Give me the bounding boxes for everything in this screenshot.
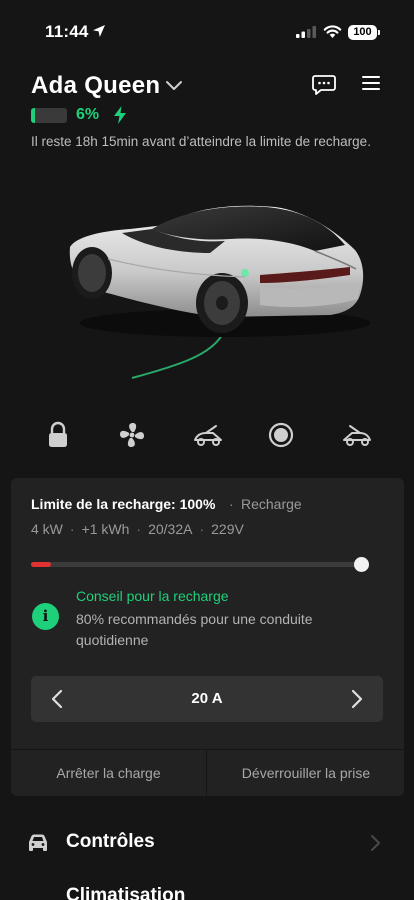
separator-dot: · [229, 496, 234, 512]
increase-amps-button[interactable] [331, 676, 383, 722]
fan-icon[interactable] [115, 418, 149, 452]
chevron-right-icon [371, 835, 380, 851]
menu-item-climate[interactable]: Climatisation [0, 880, 414, 900]
charge-tip-text: 80% recommandés pour une conduite quotid… [76, 611, 313, 648]
charge-time-remaining: Il reste 18h 15min avant d’atteindre la … [31, 134, 371, 149]
car-icon [29, 834, 47, 851]
status-time: 11:44 [45, 22, 89, 41]
separator-dot: · [136, 521, 142, 537]
charge-actions: Arrêter la charge Déverrouiller la prise [11, 749, 404, 797]
controls-label: Contrôles [66, 831, 155, 852]
frunk-icon[interactable] [191, 418, 225, 452]
hamburger-menu-icon[interactable] [362, 75, 380, 91]
app-screen: 11:44 100 Ada Queen 6% Il reste 18h 15mi… [0, 0, 414, 900]
separator-dot: · [199, 521, 205, 537]
charge-voltage: 229V [211, 521, 244, 537]
amperage-stepper: 20 A [31, 676, 383, 722]
chat-icon[interactable] [312, 74, 336, 96]
phone-battery-indicator: 100 [348, 25, 377, 40]
vehicle-battery-fill [31, 108, 36, 123]
charge-status: Recharge [241, 496, 302, 512]
charging-bolt-icon [114, 106, 126, 124]
vehicle-image [69, 205, 370, 379]
charge-stats: 4 kW · +1 kWh · 20/32A · 229V [31, 521, 244, 537]
separator-dot: · [69, 521, 75, 537]
cellular-signal-icon [296, 26, 316, 38]
charge-limit-slider[interactable] [31, 562, 363, 567]
charge-tip-title: Conseil pour la recharge [76, 588, 229, 604]
lock-icon[interactable] [41, 418, 75, 452]
chevron-right-icon [351, 689, 363, 709]
location-arrow-icon [93, 25, 105, 37]
climate-label: Climatisation [66, 885, 186, 900]
battery-cap [378, 30, 380, 35]
charge-limit-slider-thumb[interactable] [354, 557, 369, 572]
energy-added: +1 kWh [81, 521, 130, 537]
charge-power: 4 kW [31, 521, 63, 537]
wifi-icon [323, 25, 342, 38]
info-icon: i [32, 603, 59, 630]
record-icon[interactable] [264, 418, 298, 452]
vehicle-name[interactable]: Ada Queen [31, 72, 160, 100]
quick-controls-bar [0, 418, 414, 454]
stop-charging-button[interactable]: Arrêter la charge [11, 750, 207, 797]
status-bar: 11:44 100 [0, 0, 414, 54]
current-charge-fill [31, 562, 51, 567]
battery-percent: 6% [76, 106, 100, 123]
charge-current: 20/32A [148, 521, 193, 537]
menu-item-controls[interactable]: Contrôles [0, 820, 414, 866]
chevron-down-icon[interactable] [165, 78, 183, 92]
charge-limit-label: Limite de la recharge: 100% [31, 496, 216, 512]
trunk-icon[interactable] [340, 418, 374, 452]
unlock-port-button[interactable]: Déverrouiller la prise [208, 750, 404, 797]
vehicle-battery-bar [31, 108, 67, 123]
charging-card: Limite de la recharge: 100% · Recharge 4… [11, 478, 404, 797]
